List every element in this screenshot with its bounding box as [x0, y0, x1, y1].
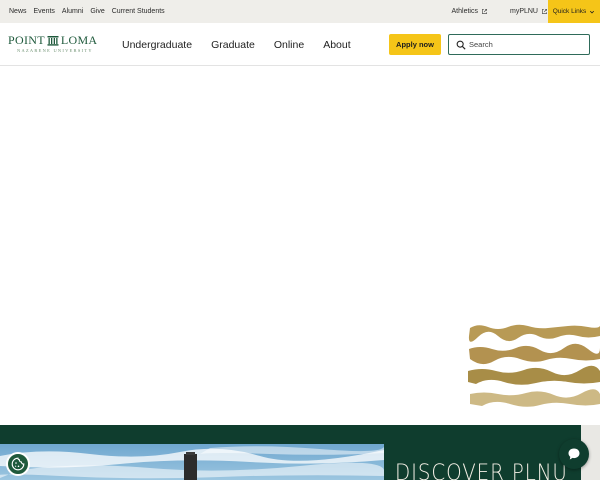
nav-item-online[interactable]: Online: [274, 39, 304, 51]
utility-link-athletics[interactable]: Athletics: [452, 8, 488, 15]
nav-item-graduate[interactable]: Graduate: [211, 39, 255, 51]
logo-word-point: POINT: [8, 33, 45, 47]
search-box: [448, 34, 590, 55]
chat-icon: [568, 448, 580, 460]
utility-link-myplnu[interactable]: myPLNU: [510, 8, 548, 15]
external-link-icon: [482, 9, 487, 14]
logo-word-loma: LOMA: [60, 33, 98, 47]
utility-link-alumni[interactable]: Alumni: [62, 8, 83, 15]
utility-link-news[interactable]: News: [9, 8, 27, 15]
logo-subtitle: NAZARENE UNIVERSITY: [17, 48, 93, 53]
nav-item-about[interactable]: About: [323, 39, 350, 51]
external-link-icon: [542, 9, 547, 14]
utility-links-left: News Events Alumni Give Current Students: [9, 0, 172, 23]
utility-links-right: Athletics myPLNU: [430, 0, 548, 23]
logo-wordmark: POINT LOMA: [8, 34, 104, 46]
utility-link-events[interactable]: Events: [34, 8, 55, 15]
chevron-down-icon: [590, 10, 595, 13]
primary-nav: Undergraduate Graduate Online About: [122, 23, 370, 66]
search-icon[interactable]: [456, 40, 466, 50]
cookie-settings-button[interactable]: [6, 452, 30, 476]
utility-link-athletics-label: Athletics: [451, 8, 478, 15]
gold-stripes-decoration: [468, 324, 600, 407]
utility-link-current-students[interactable]: Current Students: [112, 8, 165, 15]
discover-heading: DISCOVER PLNU: [395, 461, 568, 486]
search-input[interactable]: [469, 40, 579, 49]
quick-links-label: Quick Links: [552, 8, 587, 15]
apply-now-button[interactable]: Apply now: [389, 34, 441, 55]
main-navigation: POINT LOMA NAZARENE UNIVERSITY Undergrad…: [0, 23, 600, 66]
plnu-logo[interactable]: POINT LOMA NAZARENE UNIVERSITY: [8, 34, 104, 56]
nav-item-undergraduate[interactable]: Undergraduate: [122, 39, 192, 51]
utility-link-give[interactable]: Give: [90, 8, 104, 15]
chat-button[interactable]: [559, 439, 589, 469]
quick-links-button[interactable]: Quick Links: [548, 0, 600, 23]
building-icon: [47, 35, 59, 46]
utility-link-myplnu-label: myPLNU: [509, 8, 538, 15]
utility-bar: News Events Alumni Give Current Students…: [0, 0, 600, 23]
cookie-icon: [11, 457, 25, 471]
campus-photo: [0, 444, 384, 480]
